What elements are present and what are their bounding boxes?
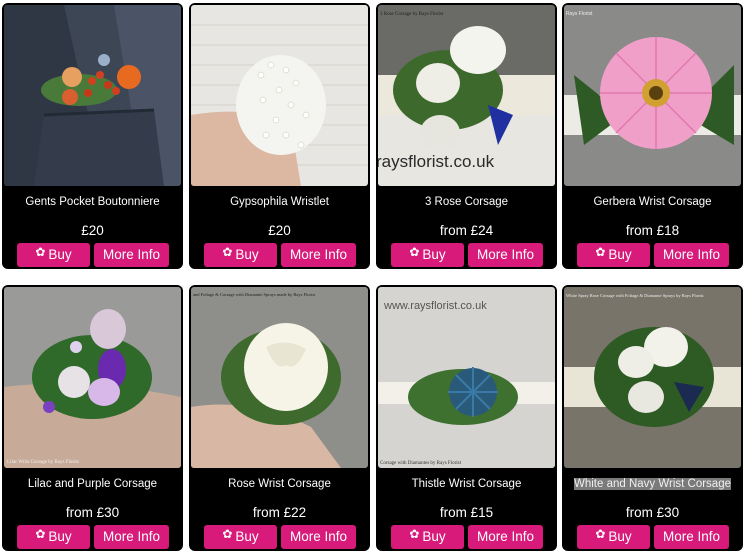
product-name[interactable]: Rose Wrist Corsage: [189, 478, 370, 490]
product-image[interactable]: White Spray Rose Corsage with Foliage & …: [564, 287, 741, 468]
product-price: from £30: [625, 505, 680, 520]
product-price: from £30: [65, 505, 120, 520]
more-info-button[interactable]: More Info: [468, 243, 543, 267]
product-name[interactable]: Gerbera Wrist Corsage: [562, 196, 743, 208]
product-card: 3 Rose Corsage by Rays Florist raysflori…: [376, 3, 557, 269]
more-info-button[interactable]: More Info: [281, 525, 356, 549]
flower-cart-icon: ✿: [222, 245, 233, 259]
product-image[interactable]: Lilac Wrist Corsage by Rays Florist: [4, 287, 181, 468]
product-name[interactable]: Gypsophila Wristlet: [189, 196, 370, 208]
product-card: Lilac Wrist Corsage by Rays Florist Lila…: [2, 285, 183, 551]
product-card: and Foliage & Corsage with Diamante Spra…: [189, 285, 370, 551]
buy-button[interactable]: ✿ Buy: [17, 525, 90, 549]
product-image[interactable]: [4, 5, 181, 186]
image-caption: and Foliage & Corsage with Diamante Spra…: [193, 292, 316, 297]
product-price: £20: [81, 223, 104, 238]
product-card: www.raysflorist.co.uk Corsage with Diama…: [376, 285, 557, 551]
product-name[interactable]: White and Navy Wrist Corsage: [562, 478, 743, 490]
image-caption-secondary: Corsage with Diamantes by Rays Florist: [380, 461, 462, 466]
product-card: Gypsophila Wristlet £20 ✿ Buy More Info: [189, 3, 370, 269]
product-price: from £15: [439, 505, 494, 520]
more-info-button[interactable]: More Info: [94, 525, 169, 549]
product-image[interactable]: www.raysflorist.co.uk Corsage with Diama…: [378, 287, 555, 468]
image-watermark: raysflorist.co.uk: [378, 152, 495, 171]
buy-button[interactable]: ✿ Buy: [577, 243, 650, 267]
product-name[interactable]: Lilac and Purple Corsage: [2, 478, 183, 490]
flower-cart-icon: ✿: [595, 527, 606, 541]
flower-cart-icon: ✿: [35, 527, 46, 541]
flower-cart-icon: ✿: [595, 245, 606, 259]
buy-button[interactable]: ✿ Buy: [577, 525, 650, 549]
product-price: £20: [268, 223, 291, 238]
flower-cart-icon: ✿: [35, 245, 46, 259]
flower-cart-icon: ✿: [222, 527, 233, 541]
image-caption: Lilac Wrist Corsage by Rays Florist: [7, 460, 79, 465]
buy-button[interactable]: ✿ Buy: [204, 243, 277, 267]
product-price: from £22: [252, 505, 307, 520]
product-name[interactable]: 3 Rose Corsage: [376, 196, 557, 208]
product-card: Rays Florist Gerbera Wrist Corsage from …: [562, 3, 743, 269]
buy-button[interactable]: ✿ Buy: [391, 243, 464, 267]
more-info-button[interactable]: More Info: [94, 243, 169, 267]
product-image[interactable]: [191, 5, 368, 186]
buy-button[interactable]: ✿ Buy: [17, 243, 90, 267]
more-info-button[interactable]: More Info: [654, 243, 729, 267]
product-image[interactable]: and Foliage & Corsage with Diamante Spra…: [191, 287, 368, 468]
image-caption: White Spray Rose Corsage with Foliage & …: [566, 293, 704, 298]
product-card: Gents Pocket Boutonniere £20 ✿ Buy More I…: [2, 3, 183, 269]
more-info-button[interactable]: More Info: [654, 525, 729, 549]
image-caption: Rays Florist: [566, 11, 593, 17]
buy-button[interactable]: ✿ Buy: [391, 525, 464, 549]
product-image[interactable]: 3 Rose Corsage by Rays Florist raysflori…: [378, 5, 555, 186]
product-grid: Gents Pocket Boutonniere £20 ✿ Buy More I…: [0, 0, 743, 553]
more-info-button[interactable]: More Info: [281, 243, 356, 267]
product-price: from £24: [439, 223, 494, 238]
image-caption: www.raysflorist.co.uk: [383, 300, 487, 312]
product-price: from £18: [625, 223, 680, 238]
product-name[interactable]: Thistle Wrist Corsage: [376, 478, 557, 490]
flower-cart-icon: ✿: [409, 527, 420, 541]
product-card: White Spray Rose Corsage with Foliage & …: [562, 285, 743, 551]
product-image[interactable]: Rays Florist: [564, 5, 741, 186]
more-info-button[interactable]: More Info: [468, 525, 543, 549]
product-name[interactable]: Gents Pocket Boutonniere: [2, 196, 183, 208]
buy-button[interactable]: ✿ Buy: [204, 525, 277, 549]
image-caption: 3 Rose Corsage by Rays Florist: [380, 12, 444, 17]
flower-cart-icon: ✿: [409, 245, 420, 259]
